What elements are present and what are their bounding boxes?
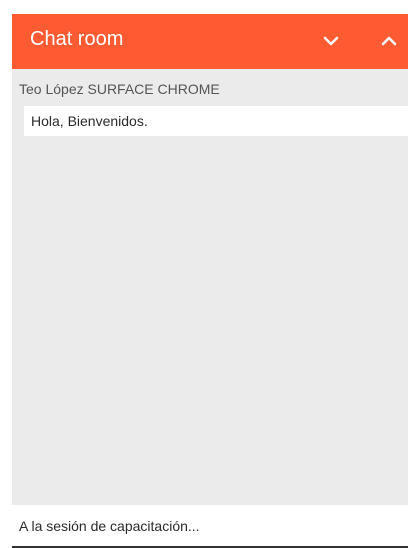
- chat-title: Chat room: [30, 28, 124, 50]
- chevron-up-icon: [381, 36, 397, 46]
- message-bubble: Hola, Bienvenidos.: [24, 106, 408, 136]
- message-composer: [12, 505, 408, 548]
- chevron-down-icon: [323, 36, 339, 46]
- collapse-button[interactable]: [316, 27, 346, 55]
- expand-button[interactable]: [374, 27, 404, 55]
- chat-header: Chat room: [12, 14, 408, 69]
- chat-room-panel: Chat room Teo López SURFACE CHROME Hola,…: [12, 14, 408, 548]
- message-input[interactable]: [19, 505, 404, 546]
- message-sender: Teo López SURFACE CHROME: [19, 81, 220, 97]
- message-text: Hola, Bienvenidos.: [31, 113, 148, 129]
